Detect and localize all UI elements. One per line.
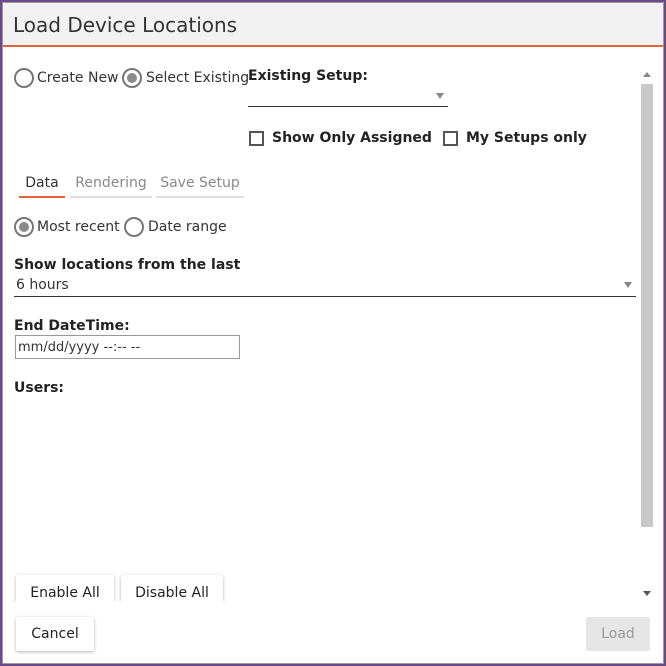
select-existing-radio[interactable] bbox=[122, 68, 142, 88]
most-recent-label[interactable]: Most recent bbox=[37, 219, 120, 235]
select-existing-label[interactable]: Select Existing bbox=[146, 70, 249, 86]
load-button[interactable]: Load bbox=[586, 617, 650, 651]
my-setups-only-label[interactable]: My Setups only bbox=[466, 130, 587, 146]
date-range-radio[interactable] bbox=[124, 217, 144, 237]
end-datetime-label: End DateTime: bbox=[14, 318, 130, 334]
chevron-down-icon bbox=[436, 93, 444, 99]
existing-setup-label: Existing Setup: bbox=[248, 68, 368, 84]
show-only-assigned-checkbox[interactable] bbox=[249, 131, 264, 146]
tab-save-setup[interactable]: Save Setup bbox=[156, 175, 244, 198]
scroll-up-icon[interactable] bbox=[643, 72, 651, 77]
chevron-down-icon bbox=[624, 282, 632, 288]
enable-all-button[interactable]: Enable All bbox=[16, 575, 114, 601]
content-scrollbar[interactable] bbox=[639, 67, 655, 601]
show-locations-value: 6 hours bbox=[16, 277, 69, 293]
tab-data[interactable]: Data bbox=[19, 175, 65, 198]
dialog-title: Load Device Locations bbox=[13, 13, 238, 37]
scroll-down-icon[interactable] bbox=[643, 591, 651, 596]
dialog-content: Create New Select Existing Existing Setu… bbox=[3, 49, 637, 601]
scrollbar-thumb[interactable] bbox=[641, 84, 653, 527]
cancel-button[interactable]: Cancel bbox=[16, 617, 94, 651]
disable-all-button[interactable]: Disable All bbox=[121, 575, 223, 601]
date-range-label[interactable]: Date range bbox=[148, 219, 227, 235]
create-new-label[interactable]: Create New bbox=[37, 70, 119, 86]
load-device-locations-dialog: Load Device Locations Create New Select … bbox=[2, 2, 664, 664]
dialog-title-bar: Load Device Locations bbox=[3, 3, 663, 47]
users-label: Users: bbox=[14, 380, 65, 396]
my-setups-only-checkbox[interactable] bbox=[443, 131, 458, 146]
end-datetime-input[interactable]: mm/dd/yyyy --:-- -- bbox=[15, 335, 240, 359]
tab-rendering[interactable]: Rendering bbox=[70, 175, 152, 198]
create-new-radio[interactable] bbox=[14, 68, 34, 88]
show-locations-select[interactable]: 6 hours bbox=[14, 276, 636, 297]
show-only-assigned-label[interactable]: Show Only Assigned bbox=[272, 130, 432, 146]
most-recent-radio[interactable] bbox=[14, 217, 34, 237]
existing-setup-select[interactable] bbox=[248, 87, 448, 107]
show-locations-label: Show locations from the last bbox=[14, 257, 241, 273]
